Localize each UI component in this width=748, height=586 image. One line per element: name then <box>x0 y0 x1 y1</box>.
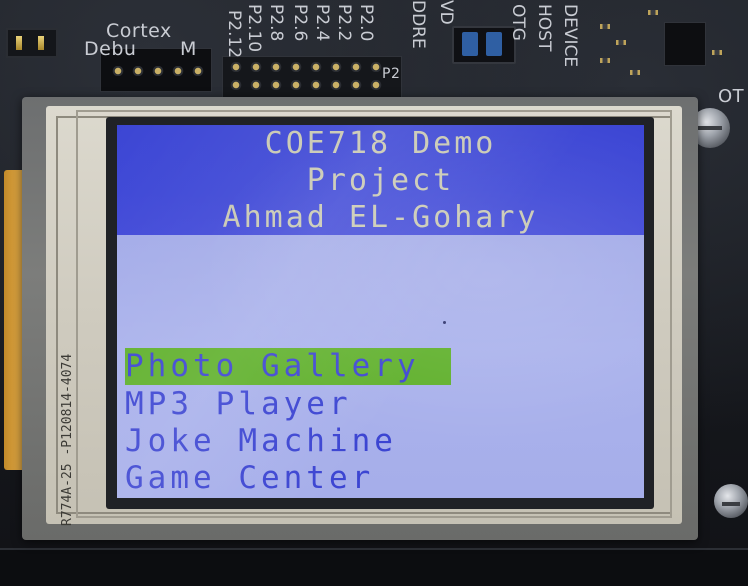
silkscreen-vdd-label: VD <box>436 0 456 25</box>
debug-connector-pins <box>108 66 204 76</box>
header-pin <box>38 36 44 50</box>
silkscreen-p2-10: P2.10 <box>244 4 264 53</box>
usb-jumper <box>452 26 516 64</box>
silkscreen-p2-6: P2.6 <box>290 4 310 42</box>
title-line-course: COE718 Demo <box>264 126 497 161</box>
p2-header-pins-top <box>226 62 386 72</box>
menu-item-joke-machine[interactable]: Joke Machine <box>125 423 397 460</box>
jumper-cap <box>486 32 502 56</box>
silkscreen-debug-label: Debu <box>84 38 137 60</box>
silkscreen-usb-otg: OTG <box>508 4 528 41</box>
menu-item-photo-gallery[interactable]: Photo Gallery <box>125 348 451 385</box>
title-line-project: Project <box>306 163 455 198</box>
silkscreen-p2-8: P2.8 <box>266 4 286 42</box>
silkscreen-debug-label-suffix: M <box>180 38 197 60</box>
smd-resistor <box>630 70 640 75</box>
screen-dust-speck <box>443 321 446 324</box>
title-banner: COE718 Demo Project Ahmad EL-Gohary <box>117 125 644 235</box>
lcd-screen: COE718 Demo Project Ahmad EL-Gohary Phot… <box>117 125 644 498</box>
smd-resistor <box>616 40 626 45</box>
silkscreen-address-label: DDRE <box>408 0 428 49</box>
silkscreen-p2-4: P2.4 <box>312 4 332 42</box>
jumper-cap <box>462 32 478 56</box>
silkscreen-usb-host: HOST <box>534 4 554 52</box>
smd-resistor <box>600 58 610 63</box>
mounting-screw-bottom <box>714 484 748 518</box>
silkscreen-p2-2: P2.2 <box>334 4 354 42</box>
ic-chip <box>664 22 706 66</box>
title-line-author: Ahmad EL-Gohary <box>222 200 539 235</box>
silkscreen-p2-12: P2.12 <box>224 10 244 59</box>
menu-item-mp3-player[interactable]: MP3 Player <box>125 386 352 423</box>
silkscreen-corner-label: OT <box>718 86 745 107</box>
silkscreen-usb-device: DEVICE <box>560 4 580 68</box>
smd-resistor <box>712 50 722 55</box>
header-pin <box>16 36 22 50</box>
bottom-connector <box>0 548 748 586</box>
jumper-header-left <box>6 28 58 58</box>
smd-resistor <box>600 24 610 29</box>
p2-header-pins-bottom <box>226 80 386 90</box>
lcd-flex-label: R774A-25 -P120814-4074 <box>60 353 75 526</box>
silkscreen-p2-header-label: P2 <box>382 66 401 82</box>
smd-resistor <box>648 10 658 15</box>
silkscreen-p2-0: P2.0 <box>356 4 376 42</box>
menu-item-game-center[interactable]: Game Center <box>125 460 374 497</box>
